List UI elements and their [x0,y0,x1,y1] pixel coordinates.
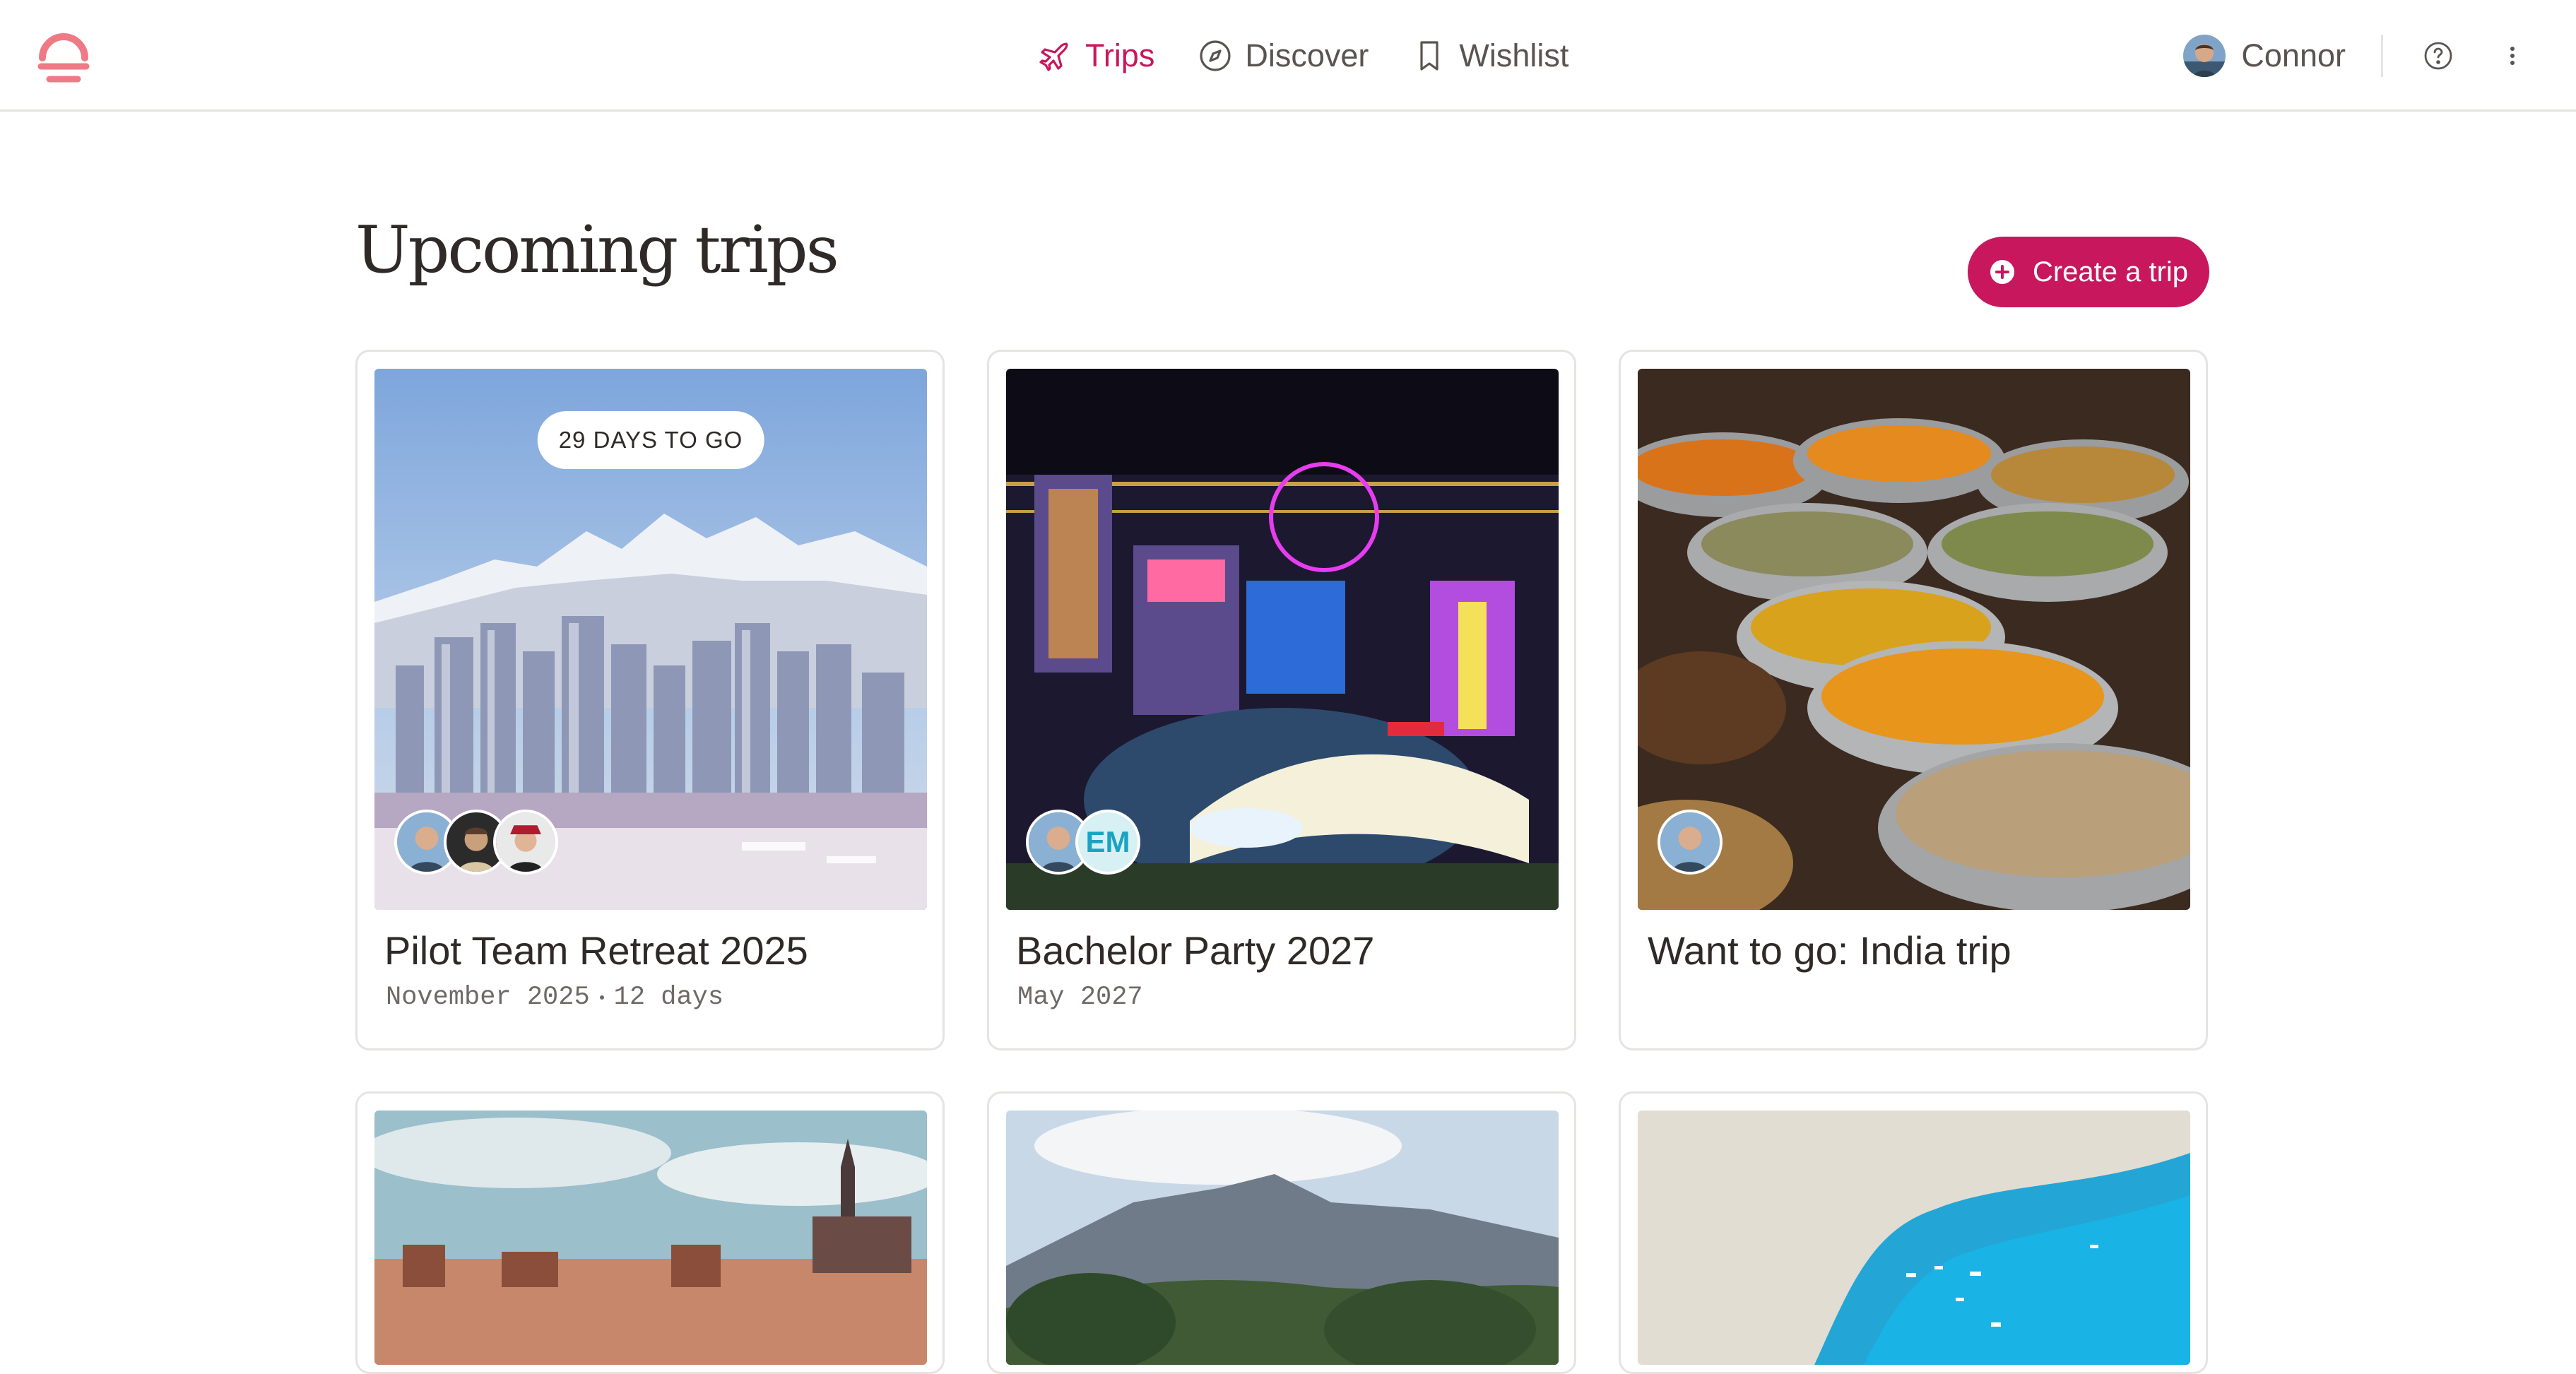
create-trip-label: Create a trip [2032,256,2189,288]
compass-icon [1200,40,1231,71]
trip-photo: EM [1006,369,1559,910]
traveler-avatars [394,810,558,875]
trip-photo [1638,1111,2190,1365]
app-logo[interactable] [35,25,92,85]
create-trip-button[interactable]: Create a trip [1968,237,2209,307]
trip-duration: 12 days [613,983,724,1012]
plus-circle-icon [1990,260,2014,284]
more-vertical-icon [2510,47,2515,65]
trip-photo [1638,369,2190,910]
nav-tab-wishlist[interactable]: Wishlist [1412,37,1568,74]
trip-meta: November 2025 12 days [386,983,723,1012]
plane-icon [1039,42,1068,71]
trip-photo [1006,1111,1559,1365]
trip-title: Pilot Team Retreat 2025 [384,928,808,973]
days-to-go-badge: 29 DAYS TO GO [537,411,764,469]
header-right-controls: Connor [2183,28,2534,83]
traveler-avatar [1658,810,1723,875]
help-button[interactable] [2417,35,2459,77]
trip-title: Bachelor Party 2027 [1016,928,1375,973]
nav-tab-wishlist-label: Wishlist [1459,37,1569,73]
user-menu[interactable]: Connor [2183,35,2346,77]
trip-date: May 2027 [1017,983,1143,1012]
trip-card[interactable]: 29 DAYS TO GO Pilot Team Retreat 2025 No… [355,350,945,1050]
nav-tab-discover-label: Discover [1245,37,1369,73]
page-title: Upcoming trips [355,212,839,288]
trip-card[interactable] [355,1091,945,1374]
trip-meta: May 2027 [1017,983,1143,1012]
help-circle-icon [2424,42,2452,70]
traveler-avatar [493,810,558,875]
bookmark-icon [1420,41,1438,71]
nav-tab-trips[interactable]: Trips [1039,37,1154,74]
top-navigation-bar: Trips Discover Wishlist Connor [0,0,2576,112]
traveler-initials-avatar: EM [1075,810,1140,875]
trip-card[interactable] [1619,1091,2208,1374]
trip-date: November 2025 [386,983,590,1012]
nav-tab-discover[interactable]: Discover [1198,37,1369,74]
trip-card[interactable]: EM Bachelor Party 2027 May 2027 [987,350,1576,1050]
separator-dot [599,995,604,1000]
header-divider [2381,35,2383,77]
nav-tab-trips-label: Trips [1085,37,1155,73]
main-nav: Trips Discover Wishlist [1039,28,1568,83]
more-options-button[interactable] [2491,35,2534,77]
trip-photo [374,1111,927,1365]
trip-title: Want to go: India trip [1648,928,2011,973]
trip-card[interactable]: Want to go: India trip [1619,350,2208,1050]
trip-card[interactable] [987,1091,1576,1374]
trip-photo: 29 DAYS TO GO [374,369,927,910]
traveler-avatars [1658,810,1723,875]
user-name: Connor [2241,37,2346,73]
user-avatar [2183,35,2226,77]
traveler-avatars: EM [1026,810,1140,875]
